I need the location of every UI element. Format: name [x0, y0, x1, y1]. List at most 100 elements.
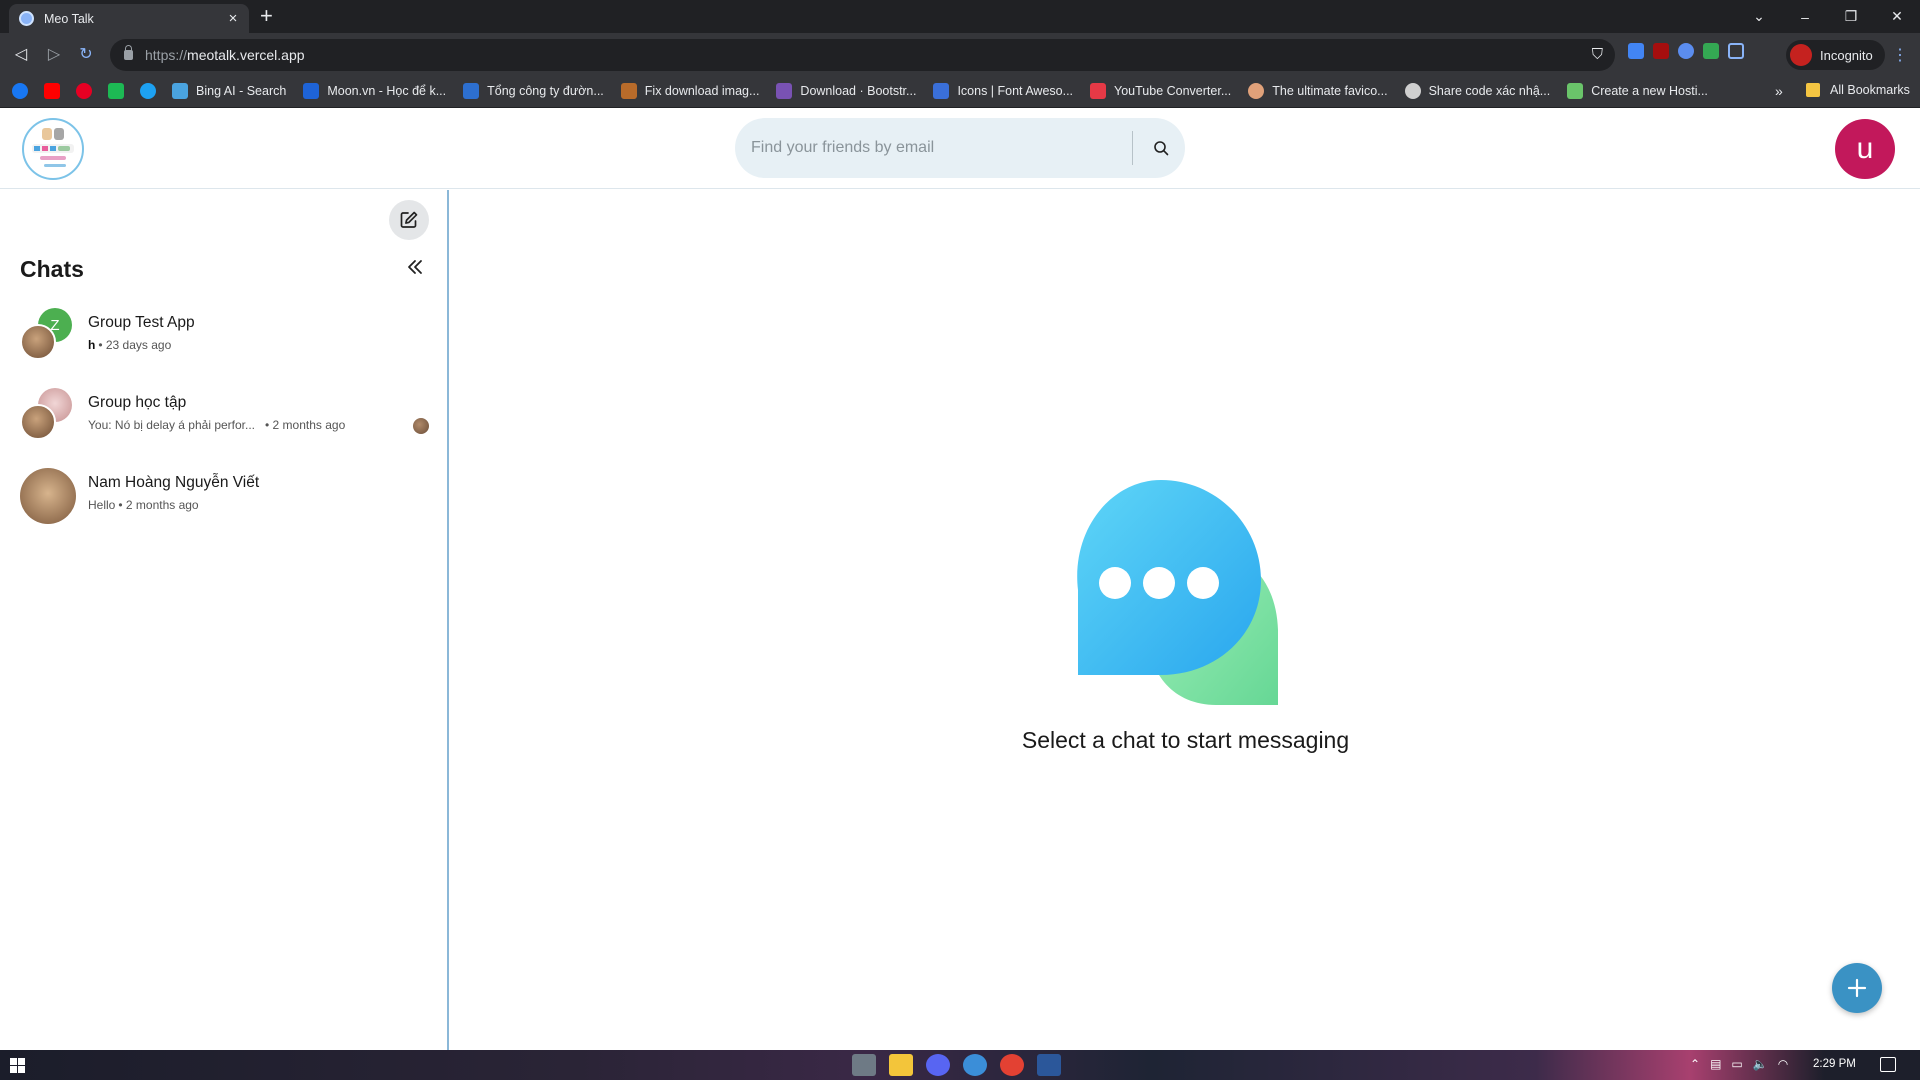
url-scheme: https://: [145, 47, 188, 63]
minimize-icon[interactable]: –: [1782, 9, 1828, 25]
search-input[interactable]: [751, 118, 1131, 178]
extensions-area: [1628, 43, 1744, 59]
bookmark-item[interactable]: YouTube Converter...: [1090, 83, 1231, 99]
bookmark-label: Create a new Hosti...: [1591, 84, 1708, 98]
restore-icon[interactable]: ❐: [1828, 8, 1874, 25]
group-avatar: Z: [20, 308, 76, 364]
close-window-icon[interactable]: ✕: [1874, 8, 1920, 25]
chat-time: • 23 days ago: [98, 338, 172, 352]
chat-time: • 2 months ago: [265, 418, 346, 432]
tab-title: Meo Talk: [44, 11, 94, 26]
bookmark-item[interactable]: Fix download imag...: [620, 83, 759, 99]
tray-chevron-up-icon[interactable]: ⌃: [1690, 1057, 1700, 1071]
chrome-dev-icon[interactable]: [963, 1054, 987, 1076]
bookmark-label: Moon.vn - Học để k...: [327, 84, 447, 98]
chat-list-item[interactable]: Nam Hoàng Nguyễn Viết Hello • 2 months a…: [0, 460, 447, 536]
tray-battery-icon[interactable]: ▭: [1731, 1057, 1742, 1071]
chat-list-item[interactable]: Z Group Test App h • 23 days ago: [0, 300, 447, 376]
chrome-icon[interactable]: [1000, 1054, 1024, 1076]
side-panel-icon[interactable]: [1728, 43, 1744, 59]
system-tray: ⌃ ▤ ▭ 🔈 ◠: [1690, 1057, 1788, 1071]
bookmark-item[interactable]: Bing AI - Search: [172, 83, 286, 99]
reload-icon[interactable]: ↻: [75, 44, 97, 64]
bookmark-item[interactable]: Icons | Font Aweso...: [933, 83, 1073, 99]
bookmark-item[interactable]: Tổng công ty đườn...: [463, 83, 604, 99]
tab-search-icon[interactable]: ⌄: [1736, 8, 1782, 25]
bookmark-label: Icons | Font Aweso...: [957, 84, 1074, 98]
member-photo-avatar: [20, 404, 56, 440]
ublock-extension-icon[interactable]: [1653, 43, 1669, 59]
bookmarks-overflow-icon[interactable]: »: [1775, 83, 1783, 99]
collapse-sidebar-button[interactable]: [404, 256, 426, 278]
windows-start-icon[interactable]: [10, 1058, 25, 1073]
add-button[interactable]: [1832, 963, 1882, 1013]
forward-icon[interactable]: ▷: [43, 44, 65, 64]
chat-name: Group Test App: [88, 314, 195, 331]
tab-favicon-icon: [19, 11, 34, 26]
chat-bubbles-illustration: [1077, 480, 1278, 705]
tray-wifi-icon[interactable]: ◠: [1778, 1057, 1788, 1071]
tray-keyboard-icon[interactable]: ▤: [1710, 1057, 1721, 1071]
app-bookmark-icon[interactable]: [108, 83, 124, 99]
bookmark-item[interactable]: Create a new Hosti...: [1567, 83, 1708, 99]
app-header: u: [0, 108, 1920, 189]
plus-icon: [1847, 978, 1867, 998]
edit-icon: [400, 211, 418, 228]
twitter-bookmark-icon[interactable]: [140, 83, 156, 99]
discord-icon[interactable]: [926, 1054, 950, 1076]
user-avatar[interactable]: u: [1835, 119, 1895, 179]
url-host: meotalk.vercel.app: [187, 47, 305, 63]
all-bookmarks-button[interactable]: All Bookmarks: [1806, 83, 1910, 97]
incognito-indicator[interactable]: Incognito: [1786, 40, 1885, 70]
tab-close-icon[interactable]: ×: [225, 10, 241, 27]
bookmark-icon[interactable]: ⛉: [1592, 46, 1603, 63]
tray-volume-icon[interactable]: 🔈: [1753, 1057, 1768, 1071]
pinterest-bookmark-icon[interactable]: [76, 83, 92, 99]
chat-name: Group học tập: [88, 394, 187, 411]
meo-talk-logo[interactable]: [22, 118, 84, 180]
browser-toolbar: ◁ ▷ ↻ https:// meotalk.vercel.app ⛉ Inco…: [0, 33, 1920, 77]
empty-state-message: Select a chat to start messaging: [1021, 727, 1350, 753]
bookmark-icon: [933, 83, 950, 99]
back-icon[interactable]: ◁: [10, 44, 32, 64]
translate-extension-icon[interactable]: [1628, 43, 1644, 59]
bookmark-icon: [1404, 83, 1421, 99]
bookmark-icon: [303, 83, 320, 99]
address-bar[interactable]: https:// meotalk.vercel.app ⛉: [110, 39, 1615, 71]
bookmark-icon: [1248, 83, 1265, 99]
word-icon[interactable]: [1037, 1054, 1061, 1076]
seen-by-avatar: [413, 418, 429, 434]
youtube-bookmark-icon[interactable]: [44, 83, 60, 99]
bookmark-label: Tổng công ty đườn...: [487, 84, 604, 98]
bookmark-label: The ultimate favico...: [1272, 84, 1388, 98]
chats-title: Chats: [20, 256, 84, 282]
browser-tab[interactable]: Meo Talk ×: [9, 4, 249, 33]
flask-extension-icon[interactable]: [1703, 43, 1719, 59]
browser-menu-icon[interactable]: ⋮: [1892, 45, 1908, 65]
search-button[interactable]: [1143, 130, 1179, 166]
friend-search-box: [735, 118, 1185, 178]
taskbar-clock[interactable]: 2:29 PM: [1813, 1058, 1856, 1070]
taskbar-app-icon[interactable]: [852, 1054, 876, 1076]
bookmark-item[interactable]: The ultimate favico...: [1248, 83, 1388, 99]
notifications-icon[interactable]: [1880, 1057, 1896, 1072]
browser-tab-strip: Meo Talk × + ⌄ – ❐ ✕: [0, 0, 1920, 33]
facebook-bookmark-icon[interactable]: [12, 83, 28, 99]
bookmark-item[interactable]: Share code xác nhậ...: [1404, 83, 1551, 99]
bookmark-icon: [620, 83, 637, 99]
new-chat-button[interactable]: [389, 200, 429, 240]
chat-sender: h: [88, 338, 96, 352]
contact-avatar: [20, 468, 76, 524]
bookmark-label: Share code xác nhậ...: [1428, 84, 1551, 98]
puzzle-extensions-icon[interactable]: [1678, 43, 1694, 59]
file-explorer-icon[interactable]: [889, 1054, 913, 1076]
bookmark-item[interactable]: Moon.vn - Học để k...: [303, 83, 446, 99]
chat-list-item[interactable]: Group học tập You: Nó bị delay á phải pe…: [0, 380, 447, 456]
taskbar-apps: [852, 1054, 1061, 1076]
contact-photo-avatar: [20, 468, 76, 524]
bookmarks-bar: Bing AI - Search Moon.vn - Học để k... T…: [0, 77, 1920, 108]
chat-preview: Hello • 2 months ago: [88, 498, 199, 512]
new-tab-button[interactable]: +: [260, 5, 273, 27]
bookmark-item[interactable]: Download · Bootstr...: [776, 83, 916, 99]
folder-icon: [1806, 83, 1820, 97]
